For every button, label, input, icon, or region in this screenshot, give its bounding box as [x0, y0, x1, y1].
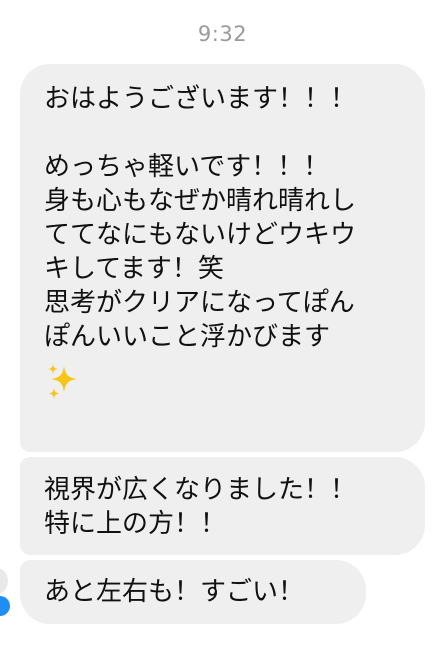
message-line: ぽんいいこと浮かびます — [44, 322, 331, 352]
message-line: めっちゃ軽いです！！！ — [44, 152, 330, 182]
message-bubble[interactable]: 視界が広くなりました！！ 特に上の方！！ — [20, 457, 425, 555]
message-bubble[interactable]: おはようございます！！！ めっちゃ軽いです！！！ 身も心もなぜか晴れ晴れし てて… — [20, 64, 425, 452]
avatar[interactable] — [0, 568, 8, 594]
message-line: 身も心もなぜか晴れ晴れし — [44, 186, 357, 216]
sparkles-icon — [44, 362, 84, 402]
message-line: キしてます！笑 — [44, 254, 224, 284]
message-line-blank — [44, 116, 425, 150]
message-line: 思考がクリアになってぽん — [44, 288, 355, 318]
message-bubble[interactable]: あと左右も！すごい！ — [20, 560, 366, 624]
emoji-row — [44, 362, 425, 402]
message-line: ててなにもないけどウキウ — [44, 220, 357, 250]
message-line: 特に上の方！！ — [44, 509, 227, 539]
message-timestamp: 9:32 — [197, 22, 248, 46]
message-line: あと左右も！すごい！ — [44, 577, 305, 607]
online-status-badge — [0, 596, 10, 616]
message-line: おはようございます！！！ — [44, 84, 357, 114]
message-line: 視界が広くなりました！！ — [44, 475, 357, 505]
